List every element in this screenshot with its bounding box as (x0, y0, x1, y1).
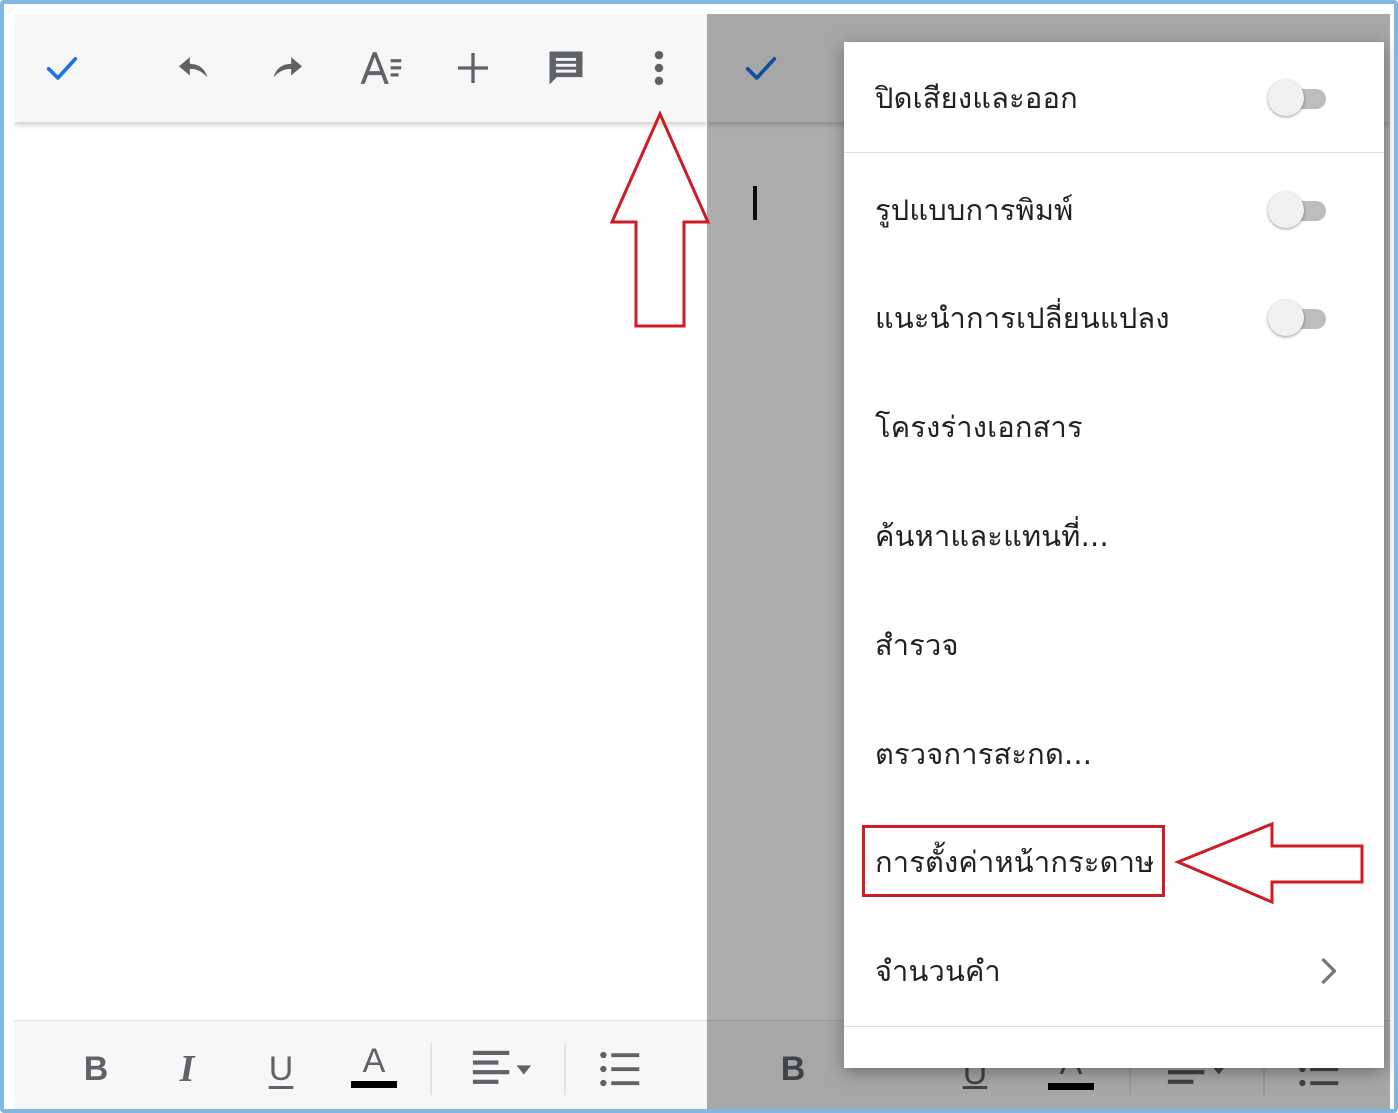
insert-plus-icon (458, 53, 488, 83)
menu-item-label: สำรวจ (875, 628, 959, 662)
menu-item-suggest-changes[interactable]: แนะนำการเปลี่ยนแปลง (844, 264, 1384, 372)
chevron-right-icon (1321, 958, 1337, 984)
bold-button[interactable]: B (66, 1039, 126, 1099)
document-body[interactable] (14, 124, 707, 1018)
menu-divider (844, 152, 1384, 153)
more-options-button[interactable] (629, 38, 689, 98)
format-toolbar: B I U A (14, 1020, 707, 1109)
editor-pane: B I U A (14, 14, 707, 1109)
redo-button[interactable] (257, 38, 317, 98)
menu-item-document-outline[interactable]: โครงร่างเอกสาร (844, 373, 1384, 481)
menu-item-spell-check[interactable]: ตรวจการสะกด... (844, 700, 1384, 808)
overflow-menu: ปิดเสียงและออก รูปแบบการพิมพ์ แนะนำการเป… (844, 42, 1384, 1068)
mute-toggle[interactable] (1268, 78, 1330, 118)
text-color-button[interactable]: A (344, 1035, 404, 1095)
menu-item-find-replace[interactable]: ค้นหาและแทนที่... (844, 482, 1384, 590)
menu-item-print-layout[interactable]: รูปแบบการพิมพ์ (844, 156, 1384, 264)
toolbar-separator (430, 1043, 432, 1095)
menu-item-label: รูปแบบการพิมพ์ (875, 193, 1074, 227)
menu-item-label: โครงร่างเอกสาร (875, 410, 1083, 444)
menu-item-label: ตรวจการสะกด... (875, 737, 1093, 771)
comment-button[interactable] (536, 38, 596, 98)
screenshot-stage: B I U A B U ปิดเสียงและออก รูปแบบการพิมพ… (0, 0, 1398, 1113)
menu-divider (844, 1026, 1384, 1027)
undo-button[interactable] (164, 38, 224, 98)
underline-button[interactable]: U (251, 1039, 311, 1099)
italic-button[interactable]: I (157, 1039, 217, 1099)
align-button[interactable] (466, 1039, 538, 1099)
italic-icon: I (179, 1048, 195, 1090)
text-color-swatch (351, 1080, 397, 1088)
comment-icon (549, 51, 583, 85)
menu-item-label: ปิดเสียงและออก (875, 81, 1078, 115)
menu-item-label: จำนวนคำ (875, 954, 1001, 988)
bulleted-list-button[interactable] (590, 1039, 650, 1099)
toolbar-separator (564, 1043, 566, 1095)
bold-icon: B (83, 1049, 109, 1088)
top-toolbar (14, 14, 707, 122)
menu-item-label: การตั้งค่าหน้ากระดาษ (875, 845, 1155, 879)
align-left-icon (472, 1050, 532, 1084)
done-button[interactable] (32, 38, 92, 98)
check-icon (46, 57, 78, 80)
menu-item-label: แนะนำการเปลี่ยนแปลง (875, 301, 1170, 335)
text-format-icon (360, 52, 402, 84)
menu-item-word-count[interactable]: จำนวนคำ (844, 917, 1384, 1025)
more-vert-icon (654, 50, 664, 86)
insert-button[interactable] (443, 38, 503, 98)
redo-icon (273, 57, 302, 78)
bulleted-list-icon (600, 1051, 640, 1087)
print-layout-toggle[interactable] (1268, 190, 1330, 230)
suggest-changes-toggle[interactable] (1268, 298, 1330, 338)
text-format-button[interactable] (350, 38, 410, 98)
underline-icon: U (268, 1049, 294, 1088)
menu-item-explore[interactable]: สำรวจ (844, 591, 1384, 699)
menu-item-mute-and-exit[interactable]: ปิดเสียงและออก (844, 44, 1384, 152)
text-color-icon: A (362, 1041, 386, 1080)
menu-item-page-setup[interactable]: การตั้งค่าหน้ากระดาษ (844, 808, 1384, 916)
undo-icon (179, 57, 208, 78)
menu-item-label: ค้นหาและแทนที่... (875, 519, 1109, 553)
